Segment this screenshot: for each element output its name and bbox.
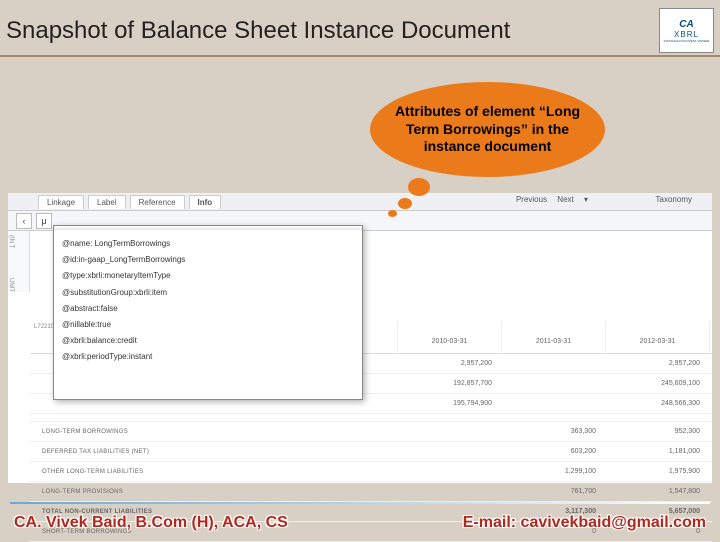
attr-type: @type:xbrli:monetaryItemType xyxy=(62,268,354,284)
left-gutter: (IN T UNIT xyxy=(8,231,30,292)
row-label: OTHER LONG-TERM LIABILITIES xyxy=(30,469,398,475)
tool-arrow-icon[interactable]: ‹ xyxy=(16,213,32,229)
logo-box: CA XBRL INSTANCE DOCUMENT VIEWER xyxy=(659,8,714,53)
callout-bubble: Attributes of element “Long Term Borrowi… xyxy=(370,82,605,177)
cell: 2,957,200 xyxy=(606,360,710,367)
page-title: Snapshot of Balance Sheet Instance Docum… xyxy=(6,17,659,45)
callout-tail xyxy=(398,198,412,209)
nav-controls: Previous Next ▾ xyxy=(512,195,592,204)
cell: 195,794,900 xyxy=(398,400,502,407)
cell: 363,300 xyxy=(502,428,606,435)
cell: 1,299,100 xyxy=(502,468,606,475)
nav-next[interactable]: Next xyxy=(557,195,573,204)
cell: 952,300 xyxy=(606,428,710,435)
callout-text: Attributes of element “Long Term Borrowi… xyxy=(380,103,595,156)
tab-info[interactable]: Info xyxy=(189,195,222,209)
cell: 192,857,700 xyxy=(398,380,502,387)
attr-nillable: @nillable:true xyxy=(62,317,354,333)
attr-abstract: @abstract:false xyxy=(62,301,354,317)
chevron-down-icon[interactable]: ▾ xyxy=(584,195,588,204)
tab-reference[interactable]: Reference xyxy=(130,195,185,209)
popup-body: @name: LongTermBorrowings @id:in-gaap_Lo… xyxy=(54,230,362,372)
table-row[interactable]: DEFERRED TAX LIABILITIES (NET) 603,2001,1… xyxy=(30,442,712,462)
cell: 603,200 xyxy=(502,448,606,455)
col-header-2: 2011-03-31 xyxy=(502,322,606,353)
cell: 1,975,900 xyxy=(606,468,710,475)
table-row[interactable]: LONG-TERM PROVISIONS 761,7001,547,800 xyxy=(30,482,712,502)
gutter-label: UNIT xyxy=(8,278,14,292)
logo-ca: CA xyxy=(679,19,693,30)
cell: 761,700 xyxy=(502,488,606,495)
gutter-label: (IN T xyxy=(8,235,14,248)
nav-previous[interactable]: Previous xyxy=(516,195,547,204)
attr-id: @id:in-gaap_LongTermBorrowings xyxy=(62,252,354,268)
attributes-popup: @name: LongTermBorrowings @id:in-gaap_Lo… xyxy=(53,225,363,400)
cell: 2,957,200 xyxy=(398,360,502,367)
author-email: E-mail: cavivekbaid@gmail.com xyxy=(463,514,706,532)
taxonomy-button[interactable]: Taxonomy xyxy=(656,195,692,204)
col-header-3: 2012-03-31 xyxy=(606,322,710,353)
callout-tail xyxy=(388,210,397,217)
attr-substitution-group: @substitutionGroup:xbrli:item xyxy=(62,285,354,301)
cell: 1,181,000 xyxy=(606,448,710,455)
row-label: DEFERRED TAX LIABILITIES (NET) xyxy=(30,449,398,455)
app-window: Linkage Label Reference Info Previous Ne… xyxy=(8,193,712,483)
footer: CA. Vivek Baid, B.Com (H), ACA, CS E-mai… xyxy=(0,514,720,532)
attr-balance: @xbrli:balance:credit xyxy=(62,333,354,349)
logo-xbrl: XBRL xyxy=(674,30,699,39)
divider xyxy=(10,502,710,504)
author-credit: CA. Vivek Baid, B.Com (H), ACA, CS xyxy=(14,514,288,532)
tab-bar: Linkage Label Reference Info Previous Ne… xyxy=(8,193,712,211)
logo-tagline: INSTANCE DOCUMENT VIEWER xyxy=(664,39,710,43)
cell: 1,547,800 xyxy=(606,488,710,495)
cell: 245,609,100 xyxy=(606,380,710,387)
row-label: LONG-TERM PROVISIONS xyxy=(30,489,398,495)
callout-tail xyxy=(408,178,430,196)
col-header-1: 2010-03-31 xyxy=(398,322,502,353)
table-row[interactable]: OTHER LONG-TERM LIABILITIES 1,299,1001,97… xyxy=(30,462,712,482)
row-label: LONG-TERM BORROWINGS xyxy=(30,429,398,435)
tool-mu-icon[interactable]: μ xyxy=(36,213,52,229)
tab-linkage[interactable]: Linkage xyxy=(38,195,84,209)
attr-name: @name: LongTermBorrowings xyxy=(62,236,354,252)
tab-label[interactable]: Label xyxy=(88,195,126,209)
attr-period-type: @xbrli:periodType:instant xyxy=(62,349,354,365)
table-row[interactable]: LONG-TERM BORROWINGS 363,300952,300 xyxy=(30,422,712,442)
cell: 248,566,300 xyxy=(606,400,710,407)
